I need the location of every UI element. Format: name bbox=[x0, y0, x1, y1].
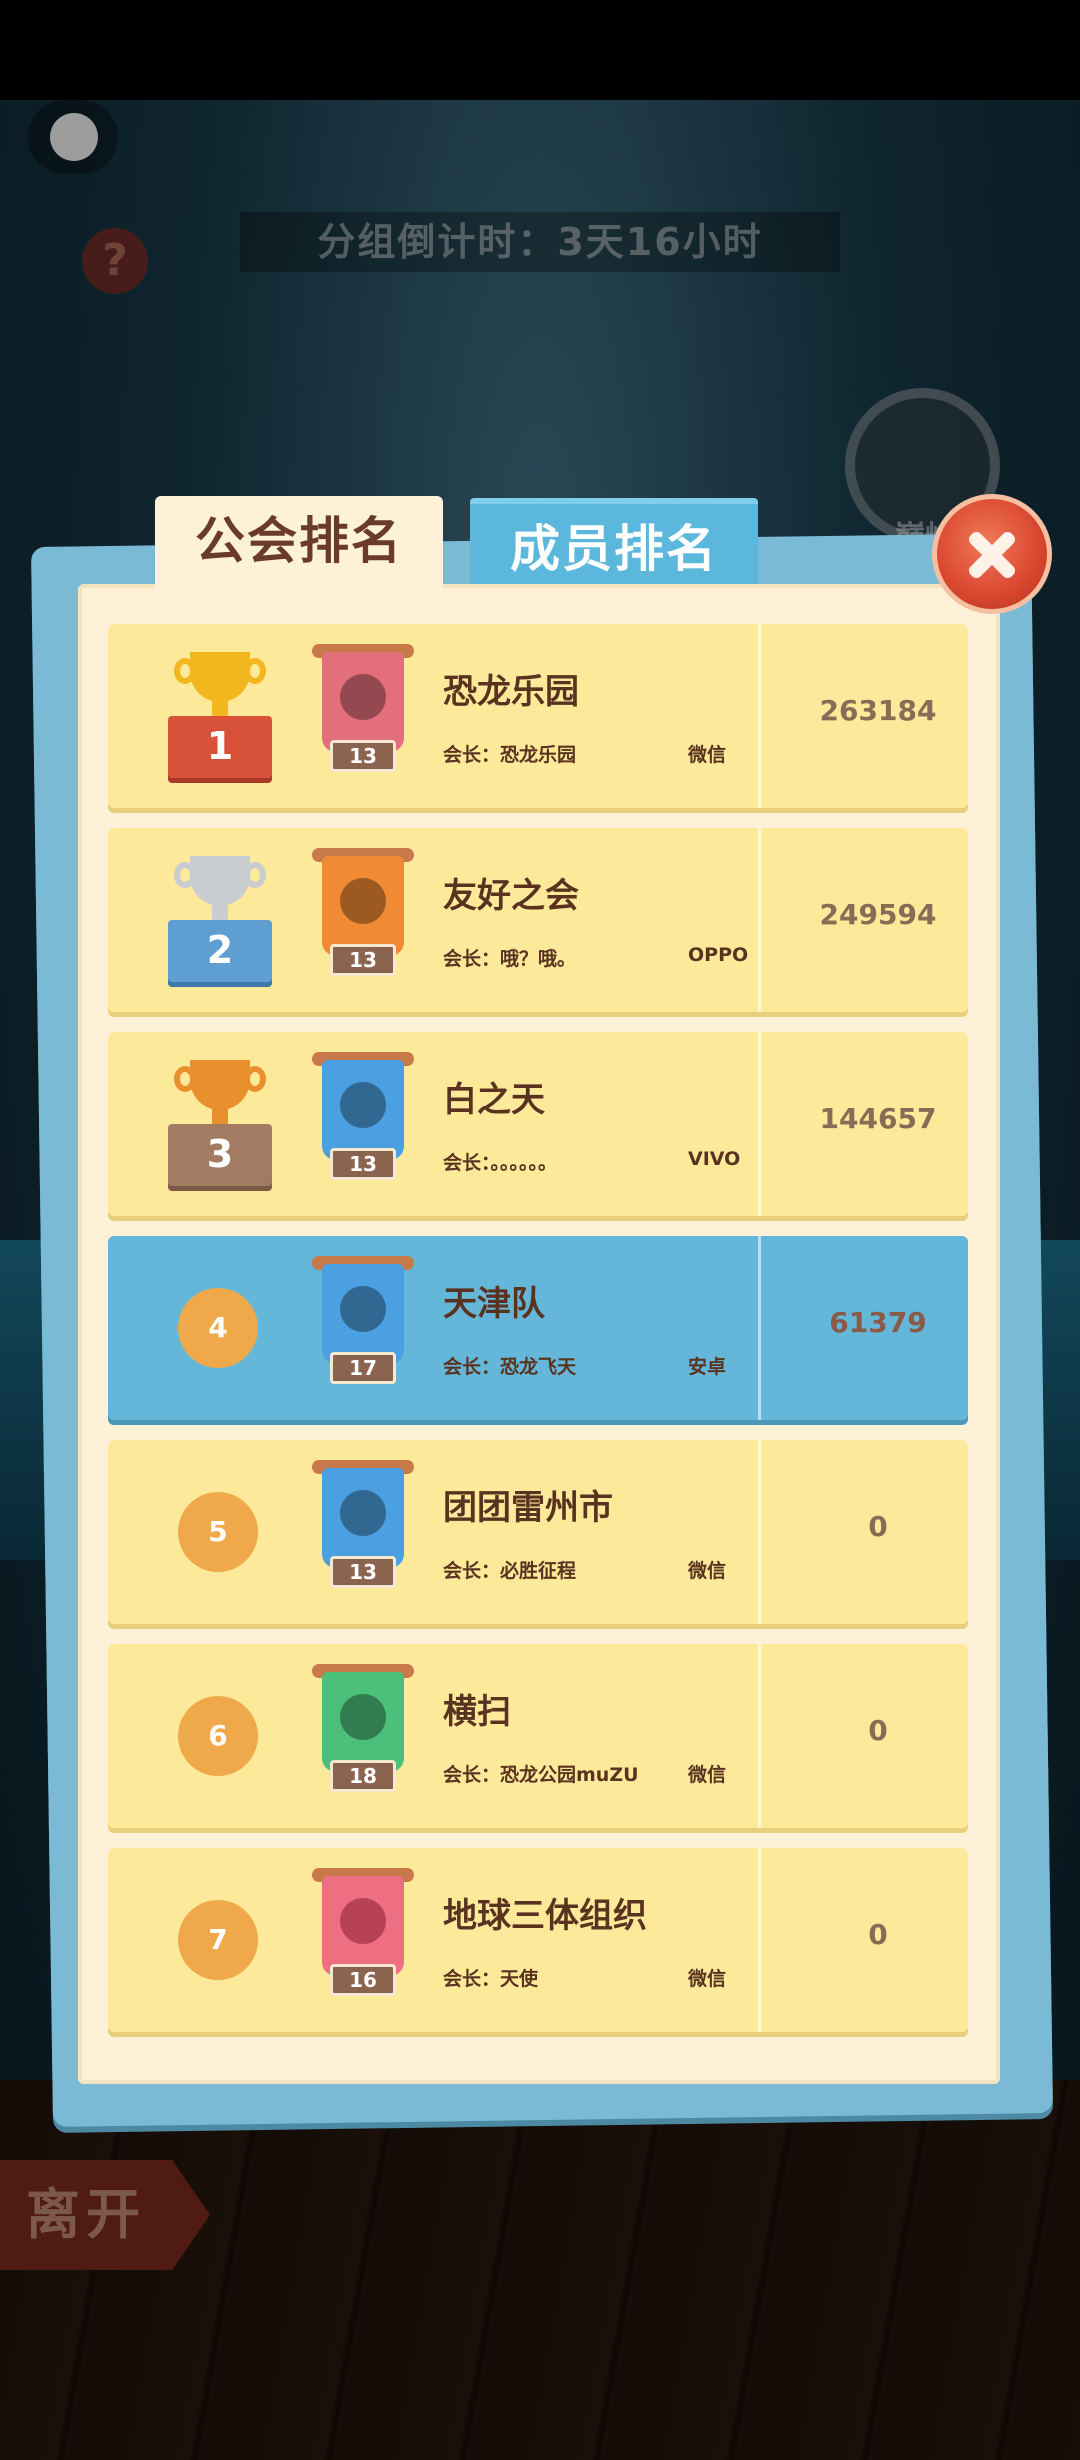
guild-platform: VIVO bbox=[688, 1148, 741, 1170]
guild-name: 横扫 bbox=[443, 1692, 511, 1732]
bronze-trophy-icon: 3 bbox=[164, 1060, 276, 1190]
guild-leader: 会长：必胜征程 bbox=[443, 1560, 577, 1582]
guild-name: 友好之会 bbox=[443, 876, 579, 916]
guild-name: 团团雷州市 bbox=[443, 1488, 613, 1528]
guild-leader: 会长：。。。。。。 bbox=[443, 1152, 558, 1174]
row-divider bbox=[758, 828, 761, 1012]
guild-name: 地球三体组织 bbox=[443, 1896, 647, 1936]
guild-name: 恐龙乐园 bbox=[443, 672, 579, 712]
guild-level: 17 bbox=[330, 1352, 396, 1384]
guild-name: 白之天 bbox=[443, 1080, 545, 1120]
guild-platform: 微信 bbox=[688, 744, 727, 766]
wolf-icon: 17 bbox=[312, 1256, 414, 1396]
rank-number: 6 bbox=[178, 1696, 258, 1776]
row-divider bbox=[758, 1848, 761, 2032]
row-divider bbox=[758, 624, 761, 808]
guild-platform: 微信 bbox=[688, 1560, 727, 1582]
guild-platform: OPPO bbox=[688, 944, 749, 966]
guild-level: 16 bbox=[330, 1964, 396, 1996]
guild-score: 61379 bbox=[829, 1306, 927, 1339]
guild-row-2[interactable]: 2 13 友好之会 会长：哦？哦。 OPPO 249594 bbox=[108, 828, 968, 1012]
wolf-icon: 13 bbox=[312, 1460, 414, 1600]
guild-level: 13 bbox=[330, 740, 396, 772]
guild-row-7[interactable]: 7 16 地球三体组织 会长：天使 微信 0 bbox=[108, 1848, 968, 2032]
tab-member-ranking[interactable]: 成员排名 bbox=[470, 498, 758, 588]
guild-level: 18 bbox=[330, 1760, 396, 1792]
moon-icon: 16 bbox=[312, 1868, 414, 2008]
guild-name: 天津队 bbox=[443, 1284, 545, 1324]
dragon-icon: 18 bbox=[312, 1664, 414, 1804]
guild-leader: 会长：恐龙飞天 bbox=[443, 1356, 577, 1378]
guild-row-4[interactable]: 4 17 天津队 会长：恐龙飞天 安卓 61379 bbox=[108, 1236, 968, 1420]
row-divider bbox=[758, 1440, 761, 1624]
guild-platform: 微信 bbox=[688, 1968, 727, 1990]
guild-score: 144657 bbox=[819, 1102, 937, 1135]
guild-leader: 会长：恐龙公园muZU bbox=[443, 1764, 639, 1786]
close-icon[interactable] bbox=[932, 494, 1052, 614]
rank-number: 4 bbox=[178, 1288, 258, 1368]
rank-number: 5 bbox=[178, 1492, 258, 1572]
guild-platform: 微信 bbox=[688, 1764, 727, 1786]
rank-number: 1 bbox=[168, 716, 272, 778]
wolf-icon: 13 bbox=[312, 848, 414, 988]
guild-score: 0 bbox=[868, 1918, 888, 1951]
silver-trophy-icon: 2 bbox=[164, 856, 276, 986]
guild-row-5[interactable]: 5 13 团团雷州市 会长：必胜征程 微信 0 bbox=[108, 1440, 968, 1624]
guild-level: 13 bbox=[330, 1148, 396, 1180]
dragon-icon: 13 bbox=[312, 644, 414, 784]
row-divider bbox=[758, 1032, 761, 1216]
guild-row-1[interactable]: 1 13 恐龙乐园 会长：恐龙乐园 微信 263184 bbox=[108, 624, 968, 808]
row-divider bbox=[758, 1644, 761, 1828]
rank-number: 2 bbox=[168, 920, 272, 982]
guild-score: 0 bbox=[868, 1714, 888, 1747]
rank-number: 7 bbox=[178, 1900, 258, 1980]
guild-row-6[interactable]: 6 18 横扫 会长：恐龙公园muZU 微信 0 bbox=[108, 1644, 968, 1828]
guild-leader: 会长：天使 bbox=[443, 1968, 539, 1990]
guild-score: 249594 bbox=[819, 898, 937, 931]
guild-leader: 会长：哦？哦。 bbox=[443, 948, 577, 970]
guild-leader: 会长：恐龙乐园 bbox=[443, 744, 577, 766]
guild-level: 13 bbox=[330, 1556, 396, 1588]
guild-score: 263184 bbox=[819, 694, 937, 727]
guild-score: 0 bbox=[868, 1510, 888, 1543]
guild-platform: 安卓 bbox=[688, 1356, 727, 1378]
wolf-icon: 13 bbox=[312, 1052, 414, 1192]
guild-row-3[interactable]: 3 13 白之天 会长：。。。。。。 VIVO 144657 bbox=[108, 1032, 968, 1216]
guild-level: 13 bbox=[330, 944, 396, 976]
tab-guild-ranking[interactable]: 公会排名 bbox=[155, 496, 443, 592]
gold-trophy-icon: 1 bbox=[164, 652, 276, 782]
status-bar bbox=[0, 0, 1080, 100]
rank-number: 3 bbox=[168, 1124, 272, 1186]
row-divider bbox=[758, 1236, 761, 1420]
